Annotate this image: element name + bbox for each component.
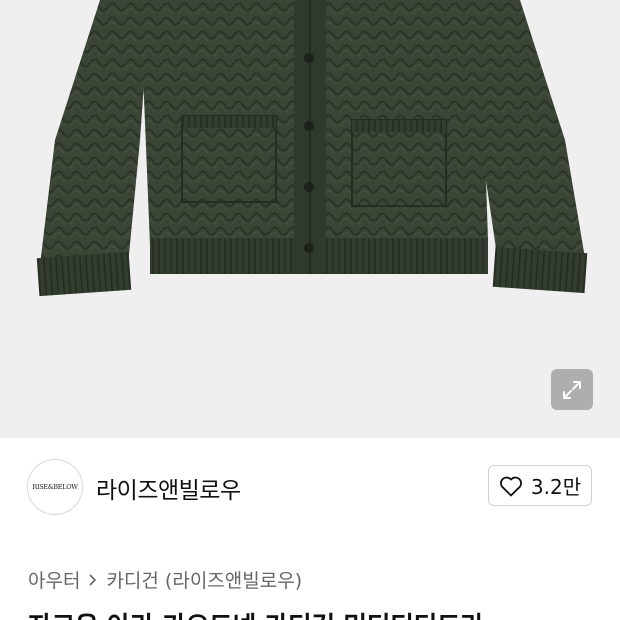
brand-logo[interactable]: RISE&BELOW [27,459,83,515]
brand-logo-text: RISE&BELOW [32,483,78,491]
breadcrumb: 아우터 카디건 (라이즈앤빌로우) [28,566,302,593]
chevron-right-icon [88,573,98,587]
like-count: 3.2만 [530,475,582,499]
heart-outline-icon [499,476,522,496]
breadcrumb-item-outer[interactable]: 아우터 [28,566,80,593]
expand-arrows-icon [563,380,581,399]
like-button[interactable]: 3.2만 [488,465,592,506]
product-title: 자크우 아라 가오드넨 카디건 민디디디드라 [28,606,484,620]
cardigan-photo [36,0,588,297]
brand-name[interactable]: 라이즈앤빌로우 [96,471,241,505]
expand-image-button[interactable] [551,369,593,410]
breadcrumb-item-cardigan[interactable]: 카디건 (라이즈앤빌로우) [106,566,302,593]
product-image[interactable] [0,0,620,438]
brand-row: RISE&BELOW 라이즈앤빌로우 3.2만 [0,438,620,538]
